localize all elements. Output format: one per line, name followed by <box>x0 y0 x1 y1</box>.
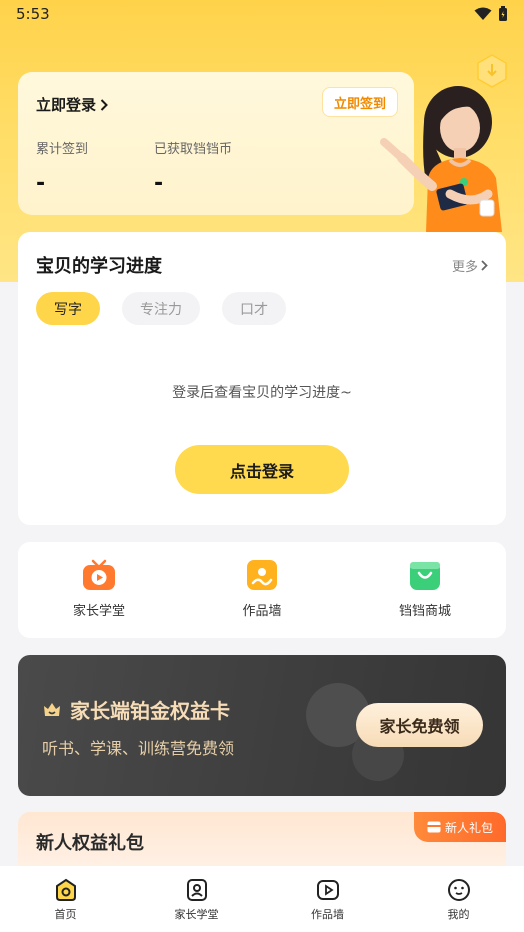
profile-face-icon <box>447 879 470 901</box>
tabbar-item-home[interactable]: 首页 <box>0 866 131 932</box>
tabbar-item-parent-school[interactable]: 家长学堂 <box>131 866 262 932</box>
gift-badge-label: 新人礼包 <box>444 820 493 835</box>
status-time: 5:53 <box>16 5 50 23</box>
wifi-icon <box>474 7 492 20</box>
tv-play-icon <box>83 559 115 590</box>
shopping-bag-icon <box>410 562 440 590</box>
video-play-icon <box>316 880 339 900</box>
login-card: 立即登录 立即签到 累计签到 - 已获取铛铛币 - <box>18 72 414 215</box>
artwork-icon <box>247 560 277 590</box>
status-bar: 5:53 <box>0 0 524 28</box>
empty-hint: 登录后查看宝贝的学习进度~ <box>172 385 352 401</box>
login-link-label: 立即登录 <box>36 96 97 114</box>
parent-school-icon <box>186 879 207 901</box>
teacher-illustration <box>380 86 502 232</box>
login-button[interactable]: 点击登录 <box>175 445 349 494</box>
shortcut-label: 作品墙 <box>242 604 282 619</box>
vip-claim-button[interactable]: 家长免费领 <box>356 703 483 747</box>
tabbar-label: 家长学堂 <box>174 908 219 921</box>
vip-title: 家长端铂金权益卡 <box>42 695 230 724</box>
tab-speech[interactable]: 口才 <box>222 292 286 325</box>
bottom-tab-bar: 首页 家长学堂 作品墙 我的 <box>0 866 524 932</box>
gift-card-icon <box>427 821 441 833</box>
gift-title: 新人权益礼包 <box>36 833 144 854</box>
tabbar-label: 首页 <box>54 908 77 921</box>
vip-title-text: 家长端铂金权益卡 <box>70 699 230 723</box>
shortcut-artwork-wall[interactable]: 作品墙 <box>202 558 322 619</box>
stat-label: 已获取铛铛币 <box>154 142 233 157</box>
tabbar-item-mine[interactable]: 我的 <box>393 866 524 932</box>
stat-value: - <box>154 171 164 196</box>
battery-icon <box>499 6 507 21</box>
progress-tabs: 写字 专注力 口才 <box>36 292 286 325</box>
chevron-right-icon <box>100 98 108 111</box>
tabbar-label: 作品墙 <box>311 908 344 921</box>
tabbar-item-artwork-wall[interactable]: 作品墙 <box>262 866 393 932</box>
chevron-right-icon <box>481 260 488 271</box>
shortcut-label: 铛铛商城 <box>398 604 451 619</box>
stat-coins: 已获取铛铛币 - <box>154 138 232 196</box>
progress-title: 宝贝的学习进度 <box>36 256 162 277</box>
vip-subtitle: 听书、学课、训练营免费领 <box>42 739 235 758</box>
vip-benefit-card[interactable]: 家长端铂金权益卡 听书、学课、训练营免费领 家长免费领 <box>18 655 506 796</box>
stat-total-checkin: 累计签到 - <box>36 138 88 196</box>
more-label: 更多 <box>451 260 478 275</box>
stat-label: 累计签到 <box>36 142 89 157</box>
stat-value: - <box>36 171 46 196</box>
newcomer-gift-card[interactable]: 新人权益礼包 新人礼包 <box>18 812 506 872</box>
crown-icon <box>44 702 60 716</box>
tab-focus[interactable]: 专注力 <box>122 292 200 325</box>
shortcut-parent-school[interactable]: 家长学堂 <box>39 558 159 619</box>
shortcut-label: 家长学堂 <box>72 604 125 619</box>
learning-progress-card: 宝贝的学习进度 更多 写字 专注力 口才 登录后查看宝贝的学习进度~ 点击登录 <box>18 232 506 525</box>
shortcut-mall[interactable]: 铛铛商城 <box>365 558 485 619</box>
gift-badge: 新人礼包 <box>414 812 506 842</box>
home-icon <box>55 878 76 901</box>
more-link[interactable]: 更多 <box>452 256 488 275</box>
login-link[interactable]: 立即登录 <box>36 94 108 115</box>
status-icons <box>474 6 508 22</box>
shortcut-card: 家长学堂 作品墙 铛铛商城 <box>18 542 506 638</box>
tab-writing[interactable]: 写字 <box>36 292 100 325</box>
tabbar-label: 我的 <box>447 908 470 921</box>
